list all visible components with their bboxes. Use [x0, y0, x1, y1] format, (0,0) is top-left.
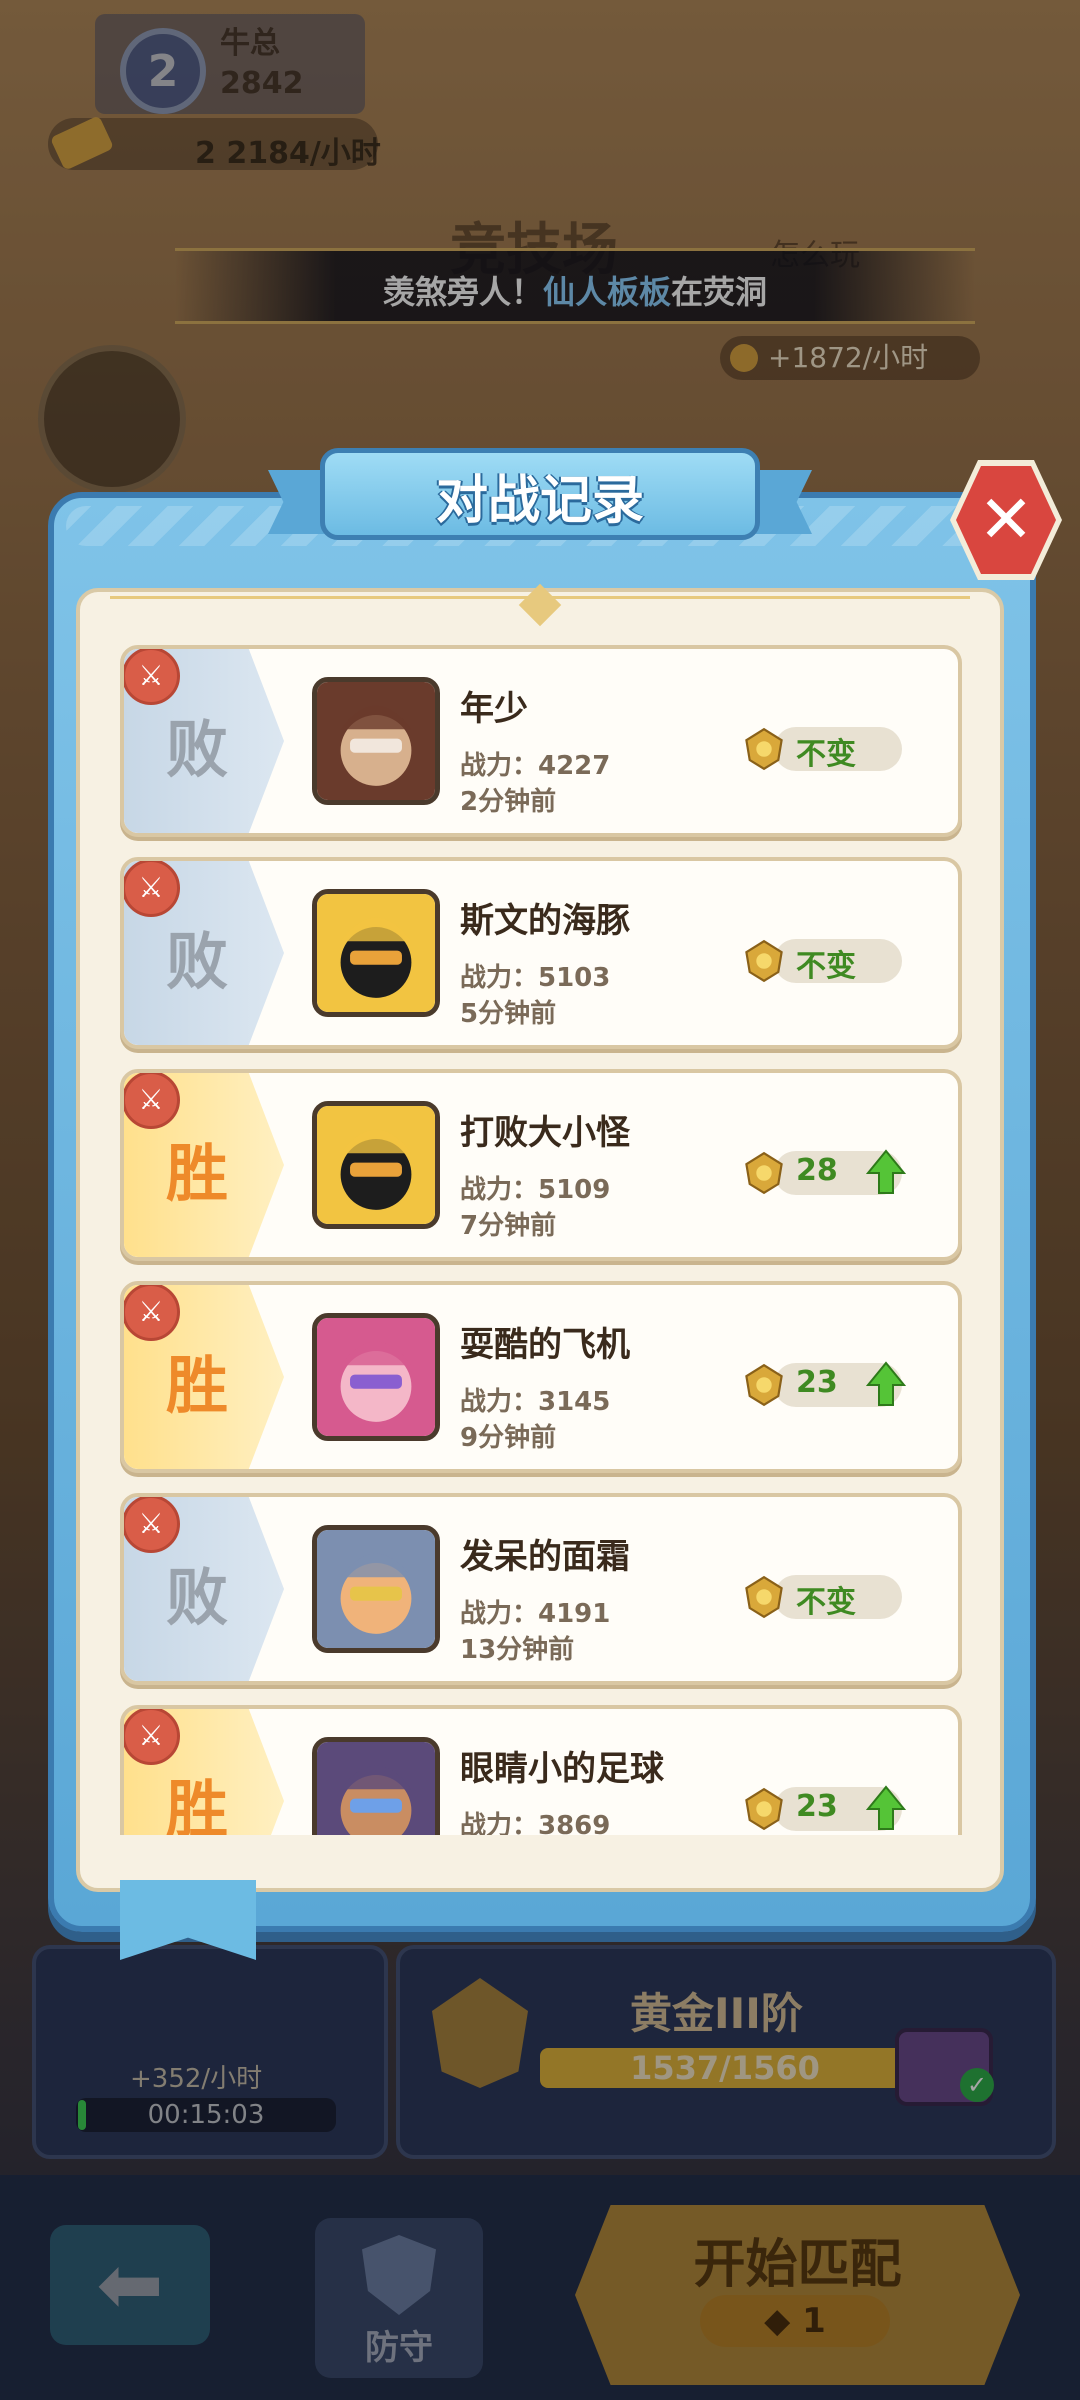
title-ribbon: 对战记录 — [268, 440, 812, 550]
opponent-avatar[interactable] — [312, 1313, 440, 1441]
arrow-up-icon — [866, 1785, 906, 1830]
close-icon: ✕ — [978, 481, 1034, 558]
result-label: 胜 — [165, 1137, 228, 1210]
record-row[interactable]: ⚔ 败 发呆的面霜 战力：4191 13分钟前 不变 — [120, 1493, 962, 1685]
result-label: 败 — [165, 713, 228, 786]
record-row[interactable]: ⚔ 败 年少 战力：4227 2分钟前 不变 — [120, 645, 962, 837]
record-row[interactable]: ⚔ 败 斯文的海豚 战力：5103 5分钟前 不变 — [120, 857, 962, 1049]
avatar-portrait-icon — [317, 1318, 435, 1436]
avatar-portrait-icon — [317, 1106, 435, 1224]
sword-icon: ⚔ — [124, 861, 180, 917]
opponent-power: 战力：5109 — [460, 1175, 611, 1205]
result-label: 胜 — [165, 1773, 228, 1835]
battle-time: 5分钟前 — [460, 999, 557, 1029]
record-row[interactable]: ⚔ 胜 耍酷的飞机 战力：3145 9分钟前 23 — [120, 1281, 962, 1473]
battle-time: 13分钟前 — [460, 1635, 575, 1665]
opponent-power: 战力：4191 — [460, 1599, 611, 1629]
sword-icon: ⚔ — [124, 1285, 180, 1341]
arrow-up-icon — [866, 1361, 906, 1406]
trophy-icon — [745, 1575, 783, 1619]
battle-time: 7分钟前 — [460, 1211, 557, 1241]
sword-icon: ⚔ — [124, 649, 180, 705]
opponent-avatar[interactable] — [312, 1101, 440, 1229]
result-label: 败 — [165, 1561, 228, 1634]
opponent-avatar[interactable] — [312, 889, 440, 1017]
opponent-power: 战力：4227 — [460, 751, 611, 781]
trophy-change: 23 — [796, 1365, 838, 1400]
avatar-portrait-icon — [317, 1530, 435, 1648]
battle-record-list[interactable]: ⚔ 败 年少 战力：4227 2分钟前 不变 ⚔ 败 斯文的海豚 战力：5103… — [120, 645, 962, 1835]
trophy-icon — [745, 1151, 783, 1195]
opponent-name: 年少 — [460, 689, 528, 729]
opponent-name: 发呆的面霜 — [460, 1537, 630, 1577]
battle-time: 2分钟前 — [460, 787, 557, 817]
trophy-icon — [745, 727, 783, 771]
result-label: 败 — [165, 925, 228, 998]
opponent-avatar[interactable] — [312, 1737, 440, 1835]
trophy-change: 不变 — [796, 737, 856, 772]
battle-time: 9分钟前 — [460, 1423, 557, 1453]
sword-icon: ⚔ — [124, 1497, 180, 1553]
opponent-name: 眼睛小的足球 — [460, 1749, 664, 1789]
trophy-icon — [745, 939, 783, 983]
opponent-name: 斯文的海豚 — [460, 901, 630, 941]
trophy-icon — [745, 1787, 783, 1831]
avatar-portrait-icon — [317, 1742, 435, 1835]
opponent-avatar[interactable] — [312, 1525, 440, 1653]
opponent-power: 战力：3869 — [460, 1811, 611, 1835]
trophy-change: 不变 — [796, 1585, 856, 1620]
record-row[interactable]: ⚔ 胜 打败大小怪 战力：5109 7分钟前 28 — [120, 1069, 962, 1261]
modal-title: 对战记录 — [435, 471, 644, 531]
opponent-power: 战力：3145 — [460, 1387, 611, 1417]
avatar-portrait-icon — [317, 894, 435, 1012]
opponent-name: 打败大小怪 — [460, 1113, 630, 1153]
trophy-icon — [745, 1363, 783, 1407]
result-label: 胜 — [165, 1349, 228, 1422]
sword-icon: ⚔ — [124, 1073, 180, 1129]
opponent-power: 战力：5103 — [460, 963, 611, 993]
opponent-name: 耍酷的飞机 — [460, 1325, 630, 1365]
arrow-up-icon — [866, 1149, 906, 1194]
avatar-portrait-icon — [317, 682, 435, 800]
trophy-change: 28 — [796, 1153, 838, 1188]
record-row[interactable]: ⚔ 胜 眼睛小的足球 战力：3869 23 — [120, 1705, 962, 1835]
trophy-change: 不变 — [796, 949, 856, 984]
trophy-change: 23 — [796, 1789, 838, 1824]
opponent-avatar[interactable] — [312, 677, 440, 805]
sword-icon: ⚔ — [124, 1709, 180, 1765]
